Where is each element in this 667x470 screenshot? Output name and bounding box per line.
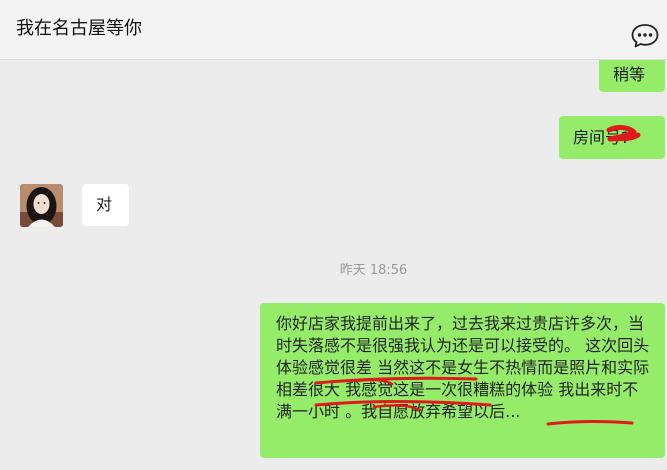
message-bubble-sent[interactable]: 房间号? (559, 116, 665, 159)
message-text: 稍等 (613, 65, 646, 84)
contact-avatar[interactable] (20, 184, 63, 227)
message-list[interactable]: 稍等 房间号? 对 昨天 18:56 你好店家我提前出来了，过去我来过贵店许多次… (0, 60, 667, 470)
chat-header: 我在名古屋等你 (0, 0, 667, 60)
message-text-segment: 希望以后... (441, 402, 521, 421)
message-text-segment: 当然这不是女生不热情而是 (372, 358, 570, 377)
message-bubble-received[interactable]: 对 (82, 184, 129, 226)
message-bubble-sent[interactable]: 稍等 (599, 60, 665, 92)
message-bubble-sent[interactable]: 你好店家我提前出来了，过去我来过贵店许多次，当时失落感不是很强我认为还是可以接受… (260, 303, 665, 458)
message-timestamp: 昨天 18:56 (339, 263, 408, 278)
chat-title: 我在名古屋等你 (16, 18, 142, 39)
message-text: 房间号? (573, 128, 630, 147)
chat-options-icon[interactable] (630, 23, 660, 49)
message-text: 对 (96, 195, 113, 214)
message-text: 你好店家我提前出来了，过去我来过贵店许多次，当时失落感不是很强我认为还是可以接受… (276, 313, 651, 423)
underlined-text: 我自愿放弃 (361, 402, 442, 421)
